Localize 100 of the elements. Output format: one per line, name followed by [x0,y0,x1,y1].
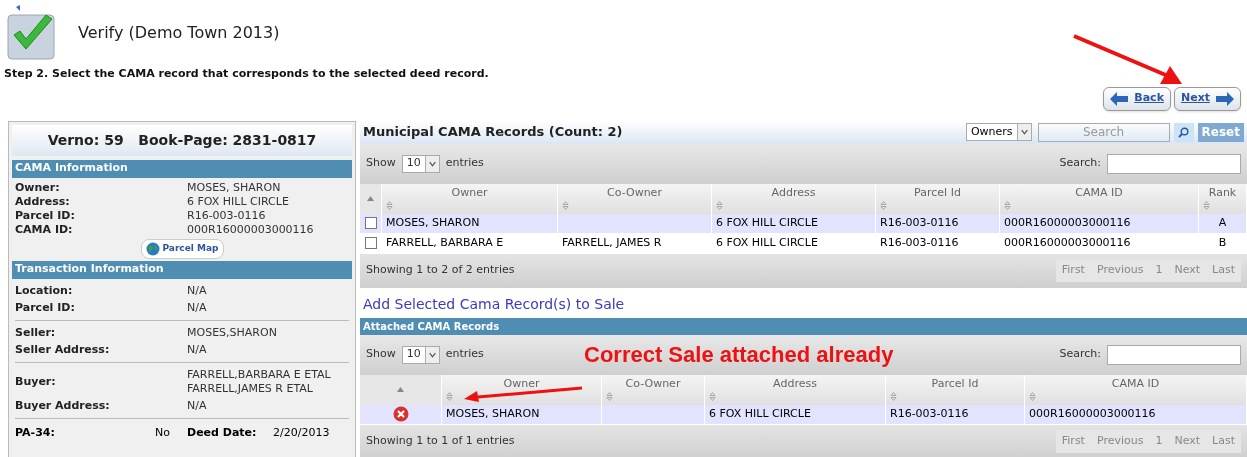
entries-label: entries [445,346,484,363]
field-label: Buyer Address: [15,398,111,413]
field-label: Deed Date: [187,424,258,441]
field-label: Location: [15,283,74,298]
globe-icon [145,241,160,256]
pagination-link[interactable]: 1 [1155,262,1163,279]
attached-heading: Attached CAMA Records [360,317,1247,335]
field-value: 000R16000003000116 [187,222,314,237]
field-value: FARRELL,BARBARA E ETAL FARRELL,JAMES R ETAL [187,367,331,396]
entries-info: Showing 1 to 1 of 1 entries [366,433,515,450]
column-header[interactable]: Co-Owner [602,374,705,405]
row-checkbox[interactable] [364,217,377,229]
table-cell-text: 6 FOX HILL CIRCLE [709,405,811,422]
field-label: CAMA ID: [15,222,74,237]
left-arrow-icon [1110,91,1129,106]
column-header[interactable]: CAMA ID [1000,183,1199,214]
sort-icon [1004,201,1011,210]
section-heading: Transaction Information [12,260,352,279]
table-cell-text: R16-003-0116 [890,405,969,422]
column-header[interactable]: CAMA ID [1025,374,1247,405]
show-label: Show [366,155,396,172]
records-search-field[interactable]: Search [1037,122,1170,142]
records-title: Municipal CAMA Records (Count: 2) [363,123,623,142]
page-size-select[interactable]: 10 [401,345,440,364]
pagination-link[interactable]: First [1061,433,1085,450]
table-cell-text: A [1218,214,1227,231]
field-value: N/A [187,300,207,315]
field-value: No [155,424,171,441]
entries-label: entries [445,155,484,172]
column-header[interactable]: Rank [1199,183,1247,214]
parcel-map-button[interactable]: Parcel Map [140,238,224,259]
section-heading: CAMA Information [12,159,352,178]
checkmark-icon [6,5,58,61]
table-cell-text: R16-003-0116 [880,234,959,251]
pagination-link[interactable]: First [1061,262,1085,279]
pagination-link[interactable]: Previous [1096,262,1144,279]
pagination-link[interactable]: Previous [1096,433,1144,450]
column-header[interactable]: Parcel Id [876,183,1000,214]
table-row[interactable]: MOSES, SHARON 6 FOX HILL CIRCLE R16-003-0116 000R16000003000116 A [360,213,1247,234]
dropdown-icon [424,346,439,363]
remove-icon[interactable] [392,406,409,422]
column-header[interactable]: Address [712,183,876,214]
sort-icon [890,392,897,401]
sort-icon [386,201,393,210]
sort-icon [1029,392,1036,401]
next-button[interactable]: Next [1173,86,1241,111]
add-records-link[interactable]: Add Selected Cama Record(s) to Sale [363,293,625,315]
pagination-link[interactable]: Last [1212,433,1235,450]
search-icon [1178,126,1190,138]
table-cell-text: 000R16000003000116 [1029,405,1156,422]
right-arrow-icon [1216,91,1234,106]
search-field[interactable] [1107,153,1241,174]
pagination-link[interactable]: Last [1212,262,1235,279]
back-button[interactable]: Back [1103,86,1171,111]
sort-icon [716,201,723,210]
pagination-link[interactable]: Next [1174,262,1201,279]
table-cell-text: MOSES, SHARON [446,405,540,422]
sort-up-icon [397,387,404,392]
panel-title: Verno: 59 Book-Page: 2831-0817 [12,124,352,156]
column-header[interactable]: Parcel Id [886,374,1025,405]
page-title: Verify (Demo Town 2013) [78,22,280,44]
field-label: Seller Address: [15,342,111,357]
search-label: Search: [1059,346,1101,363]
field-value: MOSES, SHARON [187,180,281,195]
table-cell-text: FARRELL, BARBARA E [386,234,504,251]
column-header[interactable]: Owner [382,183,558,214]
filter-select[interactable]: Owners [965,123,1032,141]
search-field[interactable] [1107,344,1241,365]
field-value: N/A [187,398,207,413]
table-cell-text: 000R16000003000116 [1004,234,1131,251]
table-cell-text: MOSES, SHARON [386,214,480,231]
page-size-select[interactable]: 10 [401,154,440,173]
sort-icon [709,392,716,401]
field-label: Parcel ID: [15,208,76,223]
table-cell-text: B [1218,234,1227,251]
search-button[interactable] [1173,122,1194,142]
table-cell-text: R16-003-0116 [880,214,959,231]
pagination-link[interactable]: 1 [1155,433,1163,450]
entries-info: Showing 1 to 2 of 2 entries [366,262,515,279]
row-checkbox[interactable] [364,237,377,249]
sort-icon [446,392,453,401]
field-value: 6 FOX HILL CIRCLE [187,194,289,209]
dropdown-icon [1016,124,1031,140]
field-label: Address: [15,194,71,209]
annotation-text: Correct Sale attached already [584,341,894,369]
column-header[interactable]: Address [705,374,886,405]
search-label: Search: [1059,155,1101,172]
field-value: N/A [187,283,207,298]
sort-up-icon [367,196,374,201]
field-label: Buyer: [15,374,57,389]
dropdown-icon [424,155,439,172]
field-label: Parcel ID: [15,300,76,315]
sort-icon [880,201,887,210]
field-value: MOSES,SHARON [187,325,277,340]
column-header[interactable]: Co-Owner [558,183,712,214]
show-label: Show [366,346,396,363]
table-row[interactable]: MOSES, SHARON 6 FOX HILL CIRCLE R16-003-0116 000R16000003000116 [360,404,1247,425]
field-label: Seller: [15,325,57,340]
table-cell-text: 6 FOX HILL CIRCLE [716,214,818,231]
pagination-link[interactable]: Next [1174,433,1201,450]
